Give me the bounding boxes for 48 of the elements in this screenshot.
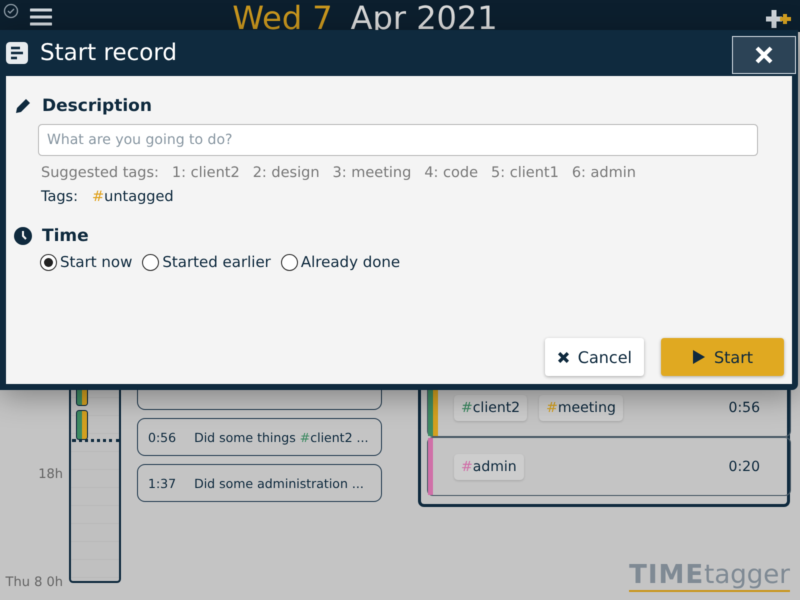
time-option[interactable]: Start now	[40, 253, 132, 271]
row-duration: 0:56	[728, 400, 760, 416]
record-card[interactable]: 1:37 Did some administration ...	[137, 464, 382, 502]
date-month: Apr 2021	[350, 0, 498, 36]
record-description: Did some administration ...	[194, 476, 364, 490]
section-heading: Time	[42, 226, 89, 246]
start-button[interactable]: Start	[661, 338, 784, 376]
suggested-tag[interactable]: 1: client2	[172, 165, 240, 181]
close-icon	[556, 350, 570, 364]
overview-row[interactable]: #admin 0:20	[427, 437, 791, 496]
time-label: Thu 8 0h	[6, 575, 63, 590]
suggested-tag[interactable]: 2: design	[252, 165, 320, 181]
record-icon	[6, 42, 28, 64]
record-duration: 1:37	[148, 476, 176, 490]
suggested-tag[interactable]: 6: admin	[572, 165, 636, 181]
record-description: Did some things #client2 ...	[194, 430, 368, 444]
time-option[interactable]: Started earlier	[142, 253, 271, 271]
dialog-title: Start record	[40, 40, 177, 66]
close-icon	[754, 45, 774, 65]
tag-chip[interactable]: #client2	[454, 394, 528, 420]
suggested-tag[interactable]: 3: meeting	[332, 165, 412, 181]
cancel-button[interactable]: Cancel	[544, 338, 644, 376]
play-icon	[692, 349, 706, 365]
description-field[interactable]: What are you going to do?	[38, 124, 758, 156]
close-button[interactable]	[732, 36, 796, 74]
tags-label: Tags:	[41, 189, 78, 205]
plus-icon[interactable]	[764, 8, 792, 30]
time-label: 18h	[38, 467, 63, 482]
tag[interactable]: #untagged	[92, 189, 174, 205]
suggested-tag[interactable]: 4: code	[424, 165, 478, 181]
section-heading: Description	[42, 96, 152, 116]
tag-chip[interactable]: #meeting	[539, 394, 623, 420]
radio-button[interactable]	[40, 254, 57, 270]
suggested-tag[interactable]: 5: client1	[491, 165, 559, 181]
row-duration: 0:20	[728, 458, 760, 474]
time-option[interactable]: Already done	[280, 253, 400, 271]
record-card[interactable]: 0:56 Did some things #client2 ...	[137, 418, 382, 456]
tag-chip[interactable]: #admin	[454, 454, 524, 480]
menu-icon[interactable]	[30, 8, 52, 26]
clock-icon	[14, 227, 32, 245]
app-logo: TIMEtagger	[629, 560, 790, 592]
record-duration: 0:56	[148, 430, 176, 444]
radio-button[interactable]	[142, 254, 160, 270]
pencil-icon	[14, 97, 32, 115]
suggested-tags-label: Suggested tags:	[41, 165, 159, 181]
radio-button[interactable]	[280, 254, 298, 270]
date-day: Wed 7	[232, 0, 333, 36]
check-icon[interactable]	[3, 3, 19, 19]
